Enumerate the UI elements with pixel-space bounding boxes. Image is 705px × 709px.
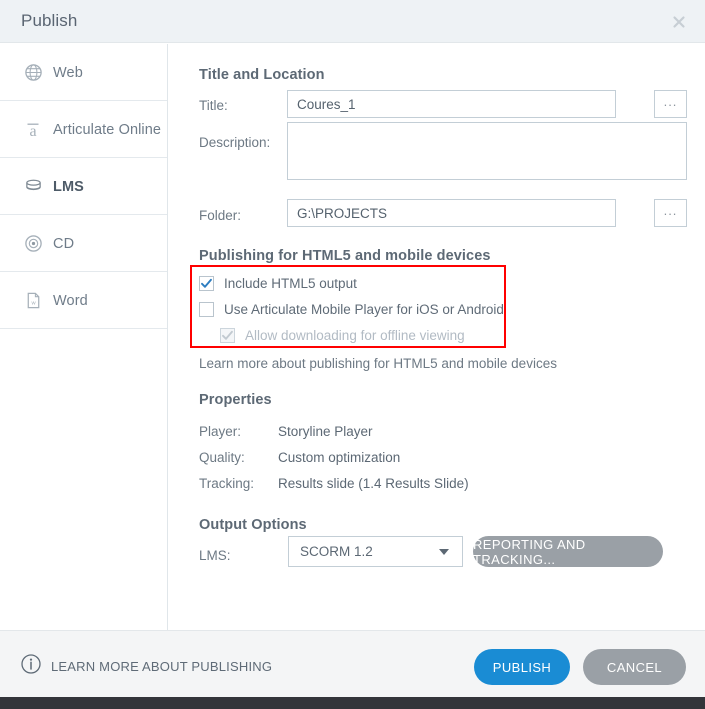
include-html5-output-checkbox-row[interactable]: Include HTML5 output — [199, 276, 357, 291]
learn-more-html5-link[interactable]: Learn more about publishing for HTML5 an… — [199, 356, 557, 371]
allow-offline-download-checkbox-row: Allow downloading for offline viewing — [220, 328, 465, 343]
quality-value: Custom optimization — [278, 450, 400, 465]
folder-browse-button[interactable]: ... — [654, 199, 687, 227]
close-icon[interactable] — [669, 12, 689, 32]
publish-dialog: Publish Web a — [0, 0, 705, 709]
sidebar-item-label: Articulate Online — [53, 122, 161, 138]
svg-text:w: w — [30, 301, 36, 307]
player-label: Player: — [199, 424, 241, 439]
learn-more-about-publishing-label: LEARN MORE ABOUT PUBLISHING — [51, 659, 272, 674]
sidebar-item-label: Word — [53, 293, 88, 309]
publish-button[interactable]: PUBLISH — [474, 649, 570, 685]
articulate-a-icon: a — [22, 119, 44, 141]
checkmark-icon — [200, 277, 213, 290]
checkmark-icon — [221, 329, 234, 342]
sidebar-item-label: Web — [53, 65, 83, 81]
use-articulate-mobile-player-checkbox[interactable] — [199, 302, 214, 317]
allow-offline-download-label: Allow downloading for offline viewing — [245, 328, 465, 343]
description-field-label: Description: — [199, 135, 270, 150]
lms-standard-select[interactable]: SCORM 1.2 — [288, 536, 463, 567]
word-document-icon: w — [22, 290, 44, 312]
html5-section-heading: Publishing for HTML5 and mobile devices — [199, 248, 491, 264]
include-html5-output-label: Include HTML5 output — [224, 276, 357, 291]
sidebar-item-word[interactable]: w Word — [0, 272, 168, 329]
sidebar-item-cd[interactable]: CD — [0, 215, 168, 272]
disc-icon — [22, 233, 44, 255]
title-field-label: Title: — [199, 98, 228, 113]
properties-heading: Properties — [199, 392, 272, 408]
svg-text:a: a — [29, 123, 36, 140]
lms-field-label: LMS: — [199, 548, 231, 563]
learn-more-about-publishing-link[interactable]: LEARN MORE ABOUT PUBLISHING — [20, 653, 272, 680]
title-browse-button[interactable]: ... — [654, 90, 687, 118]
use-articulate-mobile-player-checkbox-row[interactable]: Use Articulate Mobile Player for iOS or … — [199, 302, 504, 317]
sidebar-item-label: CD — [53, 236, 74, 252]
lms-standard-value: SCORM 1.2 — [289, 544, 439, 559]
chevron-down-icon — [439, 549, 449, 555]
player-value: Storyline Player — [278, 424, 373, 439]
description-input[interactable] — [287, 122, 687, 180]
quality-label: Quality: — [199, 450, 245, 465]
sidebar-item-web[interactable]: Web — [0, 44, 168, 101]
sidebar-divider — [0, 328, 168, 329]
database-icon — [22, 176, 44, 198]
tracking-label: Tracking: — [199, 476, 254, 491]
folder-input[interactable] — [287, 199, 616, 227]
sidebar-item-articulate-online[interactable]: a Articulate Online — [0, 101, 168, 158]
use-articulate-mobile-player-label: Use Articulate Mobile Player for iOS or … — [224, 302, 504, 317]
include-html5-output-checkbox[interactable] — [199, 276, 214, 291]
sidebar: Web a Articulate Online — [0, 44, 168, 630]
cancel-button[interactable]: CANCEL — [583, 649, 686, 685]
title-location-heading: Title and Location — [199, 67, 325, 83]
globe-icon — [22, 62, 44, 84]
reporting-and-tracking-button[interactable]: REPORTING AND TRACKING... — [473, 536, 663, 567]
tracking-value: Results slide (1.4 Results Slide) — [278, 476, 469, 491]
folder-field-label: Folder: — [199, 208, 241, 223]
output-options-heading: Output Options — [199, 517, 307, 533]
bottom-bar — [0, 697, 705, 709]
page-title: Publish — [21, 11, 77, 31]
sidebar-item-label: LMS — [53, 179, 84, 195]
title-input[interactable] — [287, 90, 616, 118]
sidebar-item-lms[interactable]: LMS — [0, 158, 168, 215]
content-panel: Title and Location Title: ... Descriptio… — [168, 44, 705, 630]
footer: LEARN MORE ABOUT PUBLISHING PUBLISH CANC… — [0, 630, 705, 697]
titlebar: Publish — [0, 0, 705, 43]
allow-offline-download-checkbox — [220, 328, 235, 343]
info-icon — [20, 653, 42, 680]
